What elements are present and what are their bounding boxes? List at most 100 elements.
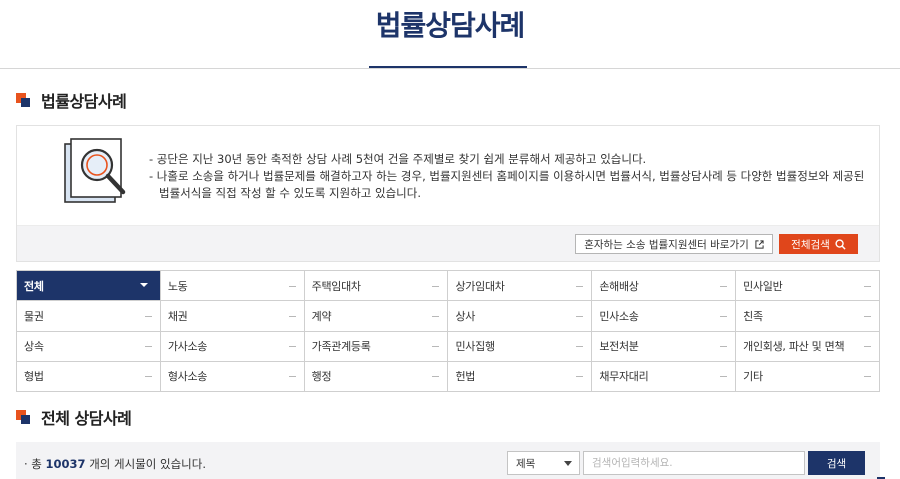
category-item[interactable]: 상속 [17,331,161,362]
category-item[interactable]: 전체 [17,271,161,302]
category-label: 채무자대리 [599,370,649,384]
dash-icon [288,315,296,317]
total-prefix: · 총 [24,457,46,471]
category-label: 가사소송 [167,340,208,354]
category-label: 상사 [455,309,476,323]
category-item[interactable]: 보전처분 [592,331,737,362]
dash-icon [432,315,440,317]
intro-line: - 공단은 지난 30년 동안 축적한 상담 사례 5천여 건을 주제별로 찾기… [149,152,647,166]
dash-icon [144,346,152,348]
title-divider [0,68,900,69]
category-label: 보전처분 [599,340,639,354]
dash-icon [720,285,728,287]
category-label: 민사소송 [599,309,639,323]
dash-icon [144,376,152,378]
category-item[interactable]: 형법 [17,361,161,392]
category-item[interactable]: 계약 [304,301,449,332]
intro-box: - 공단은 지난 30년 동안 축적한 상담 사례 5천여 건을 주제별로 찾기… [16,125,880,262]
dash-icon [432,376,440,378]
category-item[interactable]: 민사집행 [448,331,593,362]
dash-icon [863,376,871,378]
dash-icon [576,315,584,317]
category-label: 형사소송 [167,370,208,384]
total-count-text: · 총 10037 개의 게시물이 있습니다. [24,456,206,472]
section-header-all: 전체 상담사례 [16,407,132,428]
category-item[interactable]: 민사소송 [592,301,737,332]
category-label: 민사집행 [455,340,495,354]
dash-icon [576,285,584,287]
dash-icon [288,376,296,378]
dash-icon [863,346,871,348]
category-label: 상가임대차 [455,279,505,293]
category-label: 개인회생, 파산 및 면책 [743,340,845,354]
category-item[interactable]: 물권 [17,301,161,332]
dash-icon [863,315,871,317]
category-item[interactable]: 주택임대차 [304,271,449,302]
category-item[interactable]: 친족 [736,301,880,332]
category-item[interactable]: 채무자대리 [592,361,737,392]
dash-icon [720,376,728,378]
dash-icon [432,285,440,287]
dash-icon [720,315,728,317]
category-item[interactable]: 민사일반 [736,271,880,302]
external-link-icon [755,239,764,249]
search-all-button[interactable]: 전체검색 [779,234,858,254]
intro-description: - 공단은 지난 30년 동안 축적한 상담 사례 5천여 건을 주제별로 찾기… [149,151,869,202]
category-item[interactable]: 노동 [160,271,305,302]
category-label: 물권 [24,309,44,323]
dash-icon [576,346,584,348]
category-label: 전체 [24,279,44,293]
dash-icon [863,285,871,287]
category-label: 기타 [743,370,763,384]
category-item[interactable]: 형사소송 [160,361,305,392]
intro-line: - 나홀로 소송을 하거나 법률문제를 해결하고자 하는 경우, 법률지원센터 … [149,169,865,200]
search-button[interactable]: 검색 [808,451,865,475]
category-item[interactable]: 가족관계등록 [304,331,449,362]
self-help-label: 혼자하는 소송 법률지원센터 바로가기 [584,238,749,251]
dash-icon [576,376,584,378]
page-title: 법률상담사례 [375,9,526,42]
category-item[interactable]: 채권 [160,301,305,332]
search-field-value: 제목 [516,457,536,470]
section-square-icon [16,93,30,107]
category-label: 가족관계등록 [311,340,371,354]
category-item[interactable]: 가사소송 [160,331,305,362]
total-suffix: 개의 게시물이 있습니다. [85,457,206,471]
category-label: 민사일반 [743,279,783,293]
list-toolbar: · 총 10037 개의 게시물이 있습니다. 제목 검색 [16,442,880,479]
category-item[interactable]: 상사 [448,301,593,332]
document-magnifier-icon [64,138,126,203]
category-label: 주택임대차 [311,279,361,293]
category-label: 채권 [167,309,188,323]
category-label: 친족 [743,309,763,323]
dash-icon [288,346,296,348]
section-title: 전체 상담사례 [41,409,132,428]
section-square-icon [16,410,30,424]
category-item[interactable]: 행정 [304,361,449,392]
search-icon [835,238,846,250]
search-all-label: 전체검색 [791,238,830,251]
search-input[interactable] [583,451,805,475]
category-label: 계약 [311,309,332,323]
category-item[interactable]: 손해배상 [592,271,737,302]
section-title: 법률상담사례 [41,92,127,111]
category-label: 형법 [24,370,44,384]
dash-icon [432,346,440,348]
intro-action-bar: 혼자하는 소송 법률지원센터 바로가기 전체검색 [17,225,879,261]
dash-icon [288,285,296,287]
category-item[interactable]: 개인회생, 파산 및 면책 [736,331,880,362]
category-item[interactable]: 기타 [736,361,880,392]
category-grid: 전체 노동 주택임대차 상가임대차 손해배상 민사일반물권 채권 계약 상사 민사소송 친족상속 가사… [16,270,880,392]
self-help-link-button[interactable]: 혼자하는 소송 법률지원센터 바로가기 [575,234,773,254]
chevron-down-icon [564,461,572,466]
category-item[interactable]: 상가임대차 [448,271,593,302]
category-label: 상속 [24,340,44,354]
category-item[interactable]: 헌법 [448,361,593,392]
dash-icon [720,346,728,348]
category-label: 행정 [311,370,332,384]
caret-down-icon [139,283,148,287]
dash-icon [144,315,152,317]
search-field-select[interactable]: 제목 [507,451,580,475]
category-label: 노동 [167,279,188,293]
category-label: 헌법 [455,370,476,384]
